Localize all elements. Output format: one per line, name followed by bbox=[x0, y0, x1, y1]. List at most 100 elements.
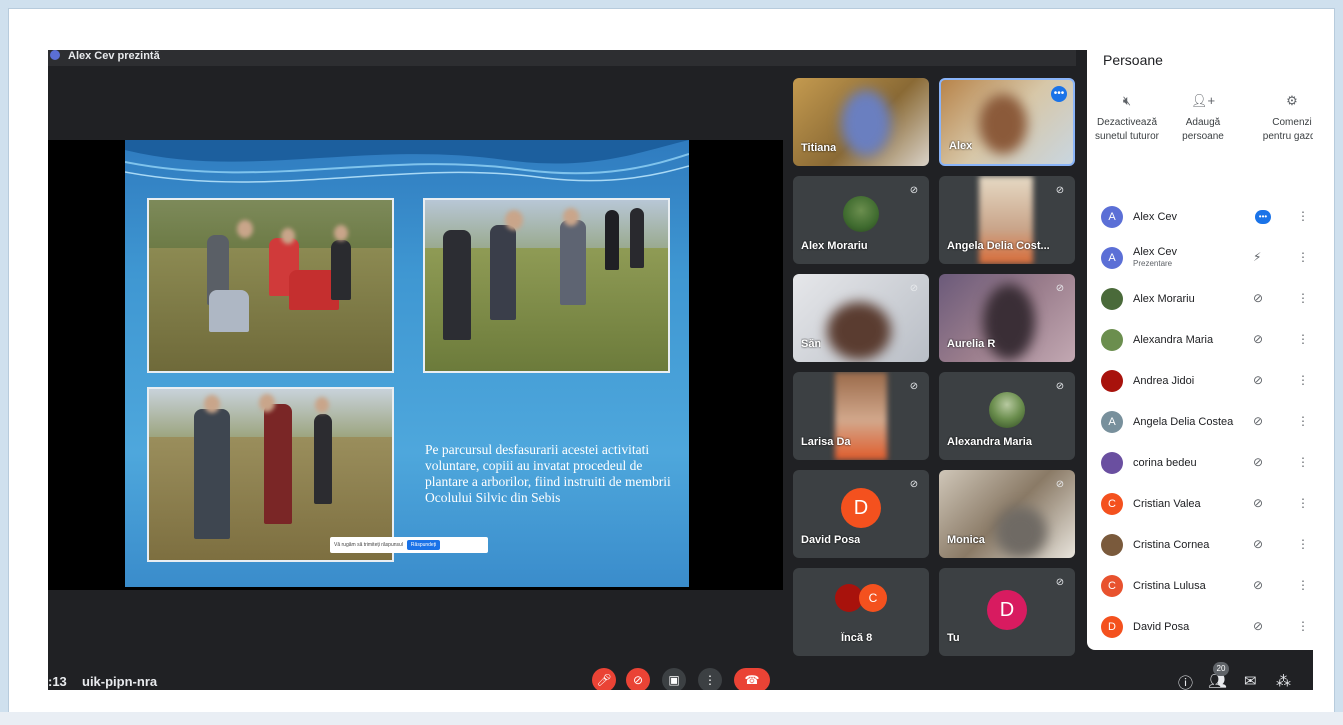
tile-larisa[interactable]: ⊘ Larisa Da bbox=[793, 372, 929, 460]
more-options-icon[interactable]: ⋮ bbox=[1297, 455, 1309, 469]
avatar bbox=[1101, 288, 1123, 310]
avatar bbox=[1101, 534, 1123, 556]
presenting-banner: Alex Cev prezintă bbox=[48, 50, 1076, 66]
muted-mic-icon: ⊘ bbox=[1253, 496, 1264, 510]
participant-role: Prezentare bbox=[1133, 259, 1173, 268]
participant-name: Andrea Jidoi bbox=[1133, 375, 1195, 387]
more-options-icon[interactable]: ⋮ bbox=[1297, 332, 1309, 346]
tile-you[interactable]: D ⊘ Tu bbox=[939, 568, 1075, 656]
tile-name: Alex Morariu bbox=[801, 240, 868, 252]
avatar: C bbox=[859, 584, 887, 612]
leave-call-button[interactable]: ☎︎ bbox=[734, 668, 770, 690]
participant-row[interactable]: A Alex Cev ••• ⋮ bbox=[1087, 200, 1313, 240]
participant-name: Alex Cev bbox=[1133, 246, 1178, 258]
panel-actions: 🔇︎ Dezactivează sunetul tuturor 👤︎+ Adau… bbox=[1087, 94, 1313, 184]
muted-mic-icon: ⊘ bbox=[1253, 619, 1264, 633]
participant-row[interactable]: A Angela Delia Costea ⊘ ⋮ bbox=[1087, 405, 1313, 445]
muted-mic-icon: ⊘ bbox=[1253, 414, 1264, 428]
translate-button[interactable]: Răspundeți bbox=[406, 540, 441, 550]
more-options-icon[interactable]: ⋮ bbox=[1297, 496, 1309, 510]
host-controls-button[interactable]: ⚙︎ Comenzi pentru gazdă bbox=[1257, 94, 1313, 144]
mute-all-label: Dezactivează sunetul tuturor bbox=[1095, 117, 1159, 142]
meeting-time: :13 bbox=[48, 674, 67, 689]
avatar: D bbox=[841, 488, 881, 528]
muted-mic-icon: ⊘ bbox=[1253, 291, 1264, 305]
tile-titiana[interactable]: Titiana bbox=[793, 78, 929, 166]
slide-wave-decoration bbox=[125, 140, 689, 183]
tile-more-participants[interactable]: C Încă 8 bbox=[793, 568, 929, 656]
meeting-info-icon[interactable]: ⓘ bbox=[1178, 672, 1193, 690]
participant-row[interactable]: C Cristian Valea ⊘ ⋮ bbox=[1087, 487, 1313, 527]
desktop-strip bbox=[0, 712, 1343, 725]
avatar bbox=[1101, 370, 1123, 392]
presenter-avatar bbox=[50, 50, 60, 60]
panel-title: Persoane bbox=[1103, 52, 1163, 68]
participant-row[interactable]: A Alex Cev Prezentare ⚡︎ ⋮ bbox=[1087, 241, 1313, 281]
presentation-slide: Pe parcursul desfasurarii acestei activi… bbox=[125, 140, 689, 587]
muted-mic-icon: ⊘ bbox=[1253, 578, 1264, 592]
bottom-control-bar: :13 uik-pipn-nra 🎤︎ ⊘ ▣ ⋮ ☎︎ ⓘ 👥︎ 20 ✉︎ … bbox=[48, 658, 1313, 690]
participant-name: Cristina Lulusa bbox=[1133, 580, 1206, 592]
tile-alexandra-maria[interactable]: ⊘ Alexandra Maria bbox=[939, 372, 1075, 460]
participant-row[interactable]: Cristina Cornea ⊘ ⋮ bbox=[1087, 528, 1313, 568]
avatar: A bbox=[1101, 206, 1123, 228]
muted-mic-icon: ⊘ bbox=[909, 185, 919, 196]
mute-all-button[interactable]: 🔇︎ Dezactivează sunetul tuturor bbox=[1087, 94, 1167, 144]
tile-alex[interactable]: ••• Alex bbox=[939, 78, 1075, 166]
muted-mic-icon: ⊘ bbox=[1055, 283, 1065, 294]
slide-caption: Pe parcursul desfasurarii acestei activi… bbox=[425, 442, 671, 505]
meet-window: Alex Cev prezintă Pe parcursul desfasura… bbox=[48, 50, 1313, 690]
more-options-button[interactable]: ⋮ bbox=[698, 668, 722, 690]
tile-david-posa[interactable]: D ⊘ David Posa bbox=[793, 470, 929, 558]
presenting-icon: ⚡︎ bbox=[1253, 250, 1262, 264]
more-options-icon[interactable]: ⋮ bbox=[1297, 291, 1309, 305]
more-options-icon[interactable]: ⋮ bbox=[1297, 414, 1309, 428]
participant-row[interactable]: C Cristina Lulusa ⊘ ⋮ bbox=[1087, 569, 1313, 609]
more-options-icon[interactable]: ⋮ bbox=[1297, 537, 1309, 551]
translate-prompt: Vă rugăm să trimiteți răspunsul bbox=[334, 542, 403, 548]
muted-mic-icon: ⊘ bbox=[1055, 185, 1065, 196]
avatar: A bbox=[1101, 247, 1123, 269]
tile-aurelia[interactable]: ⊘ Aurelia R bbox=[939, 274, 1075, 362]
add-people-button[interactable]: 👤︎+ Adaugă persoane bbox=[1173, 94, 1233, 144]
participant-name: Alex Cev bbox=[1133, 211, 1178, 223]
present-screen-button[interactable]: ▣ bbox=[662, 668, 686, 690]
tile-name: Aurelia R bbox=[947, 338, 996, 350]
chat-icon[interactable]: ✉︎ bbox=[1244, 672, 1257, 690]
more-options-icon[interactable]: ⋮ bbox=[1297, 250, 1309, 264]
tile-angela[interactable]: ⊘ Angela Delia Cost... bbox=[939, 176, 1075, 264]
participant-row[interactable]: D David Posa ⊘ ⋮ bbox=[1087, 610, 1313, 650]
participant-name: David Posa bbox=[1133, 621, 1190, 633]
muted-mic-icon: ⊘ bbox=[1253, 537, 1264, 551]
camera-toggle-button[interactable]: ⊘ bbox=[626, 668, 650, 690]
slide-photo-2 bbox=[423, 198, 670, 373]
participant-row[interactable]: Alex Morariu ⊘ ⋮ bbox=[1087, 282, 1313, 322]
participant-name: Angela Delia Costea bbox=[1133, 416, 1234, 428]
more-options-icon[interactable]: ⋮ bbox=[1297, 619, 1309, 633]
speaking-indicator-icon: ••• bbox=[1255, 210, 1271, 224]
participant-row[interactable]: Alexandra Maria ⊘ ⋮ bbox=[1087, 323, 1313, 363]
translate-popup[interactable]: Vă rugăm să trimiteți răspunsul Răspunde… bbox=[330, 537, 488, 553]
host-controls-icon: ⚙︎ bbox=[1286, 93, 1298, 108]
add-person-icon: 👤︎+ bbox=[1190, 93, 1216, 108]
muted-mic-icon: ⊘ bbox=[1253, 373, 1264, 387]
avatar: C bbox=[1101, 575, 1123, 597]
muted-mic-icon: ⊘ bbox=[1253, 455, 1264, 469]
tile-monica[interactable]: ⊘ Monica bbox=[939, 470, 1075, 558]
tile-san[interactable]: ⊘ Săn bbox=[793, 274, 929, 362]
slide-photo-3 bbox=[147, 387, 394, 562]
participant-row[interactable]: corina bedeu ⊘ ⋮ bbox=[1087, 446, 1313, 486]
mute-all-icon: 🔇︎ bbox=[1122, 93, 1132, 108]
more-options-icon[interactable]: ⋮ bbox=[1297, 209, 1309, 223]
mic-toggle-button[interactable]: 🎤︎ bbox=[592, 668, 616, 690]
avatar bbox=[843, 196, 879, 232]
avatar: D bbox=[1101, 616, 1123, 638]
more-options-icon[interactable]: ⋮ bbox=[1297, 578, 1309, 592]
more-options-icon[interactable]: ⋮ bbox=[1297, 373, 1309, 387]
people-panel: Persoane 🔇︎ Dezactivează sunetul tuturor… bbox=[1087, 50, 1313, 650]
activities-icon[interactable]: ⁂ bbox=[1276, 672, 1291, 690]
tile-alex-morariu[interactable]: ⊘ Alex Morariu bbox=[793, 176, 929, 264]
muted-mic-icon: ⊘ bbox=[909, 381, 919, 392]
tile-name: Alexandra Maria bbox=[947, 436, 1032, 448]
participant-row[interactable]: Andrea Jidoi ⊘ ⋮ bbox=[1087, 364, 1313, 404]
